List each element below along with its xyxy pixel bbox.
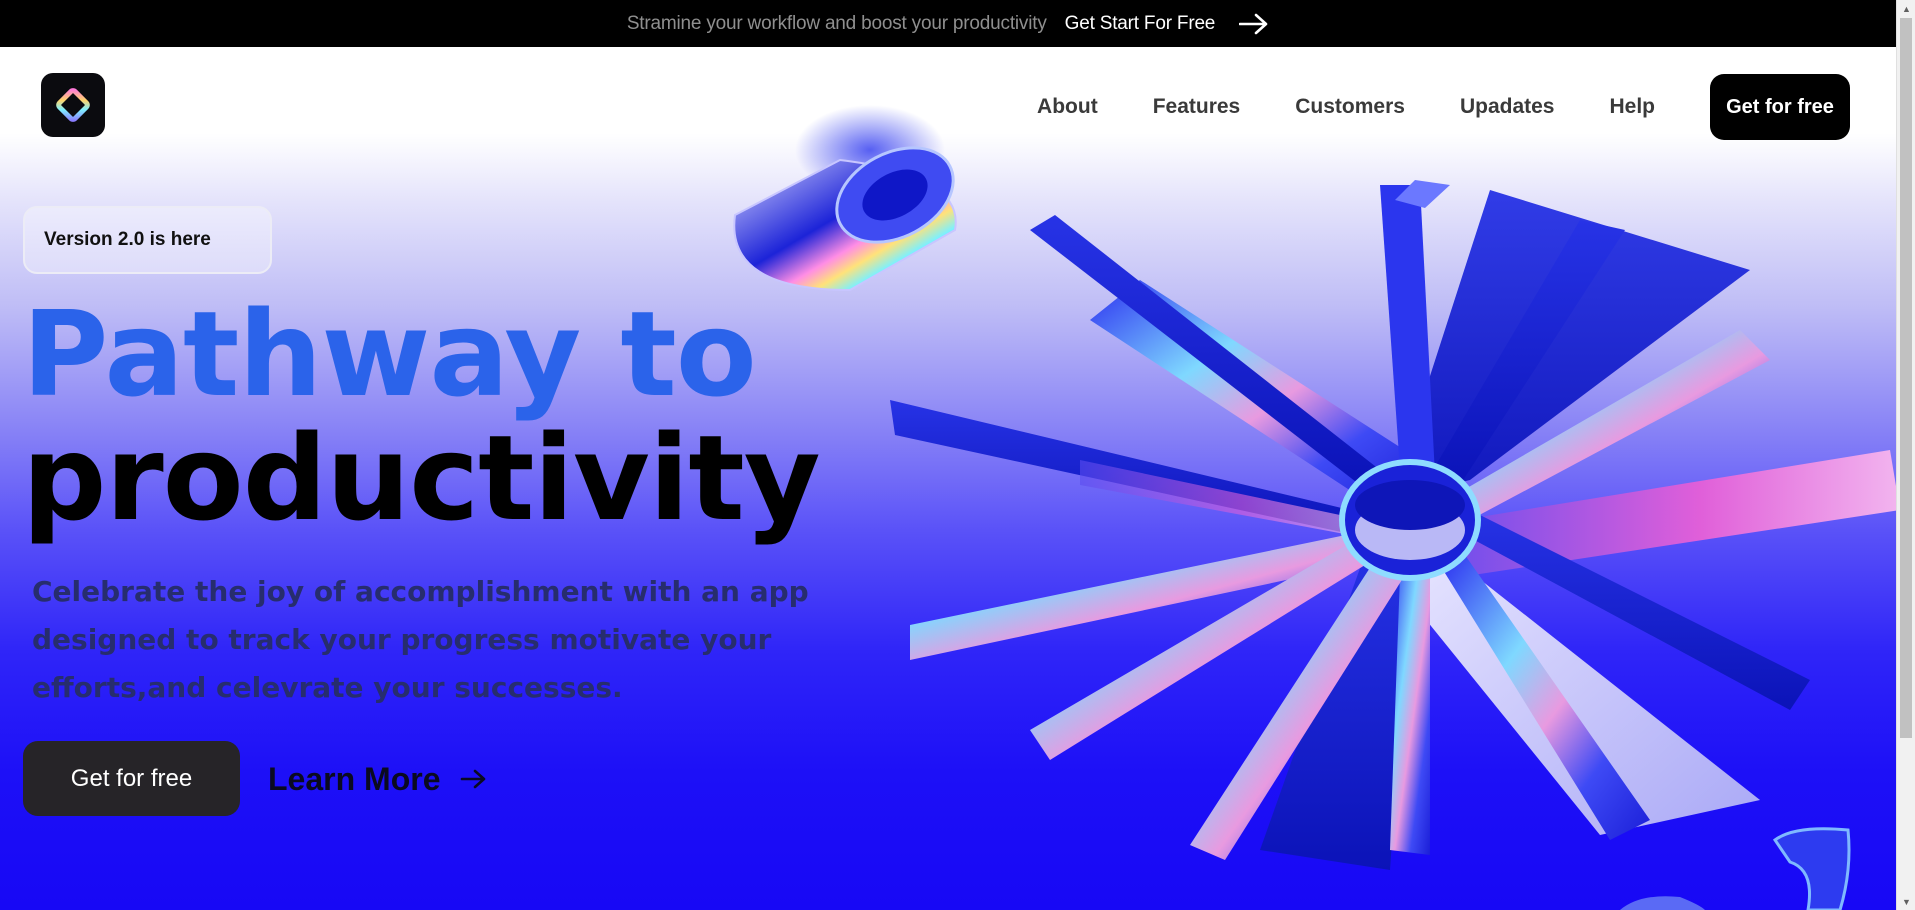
app-logo[interactable] — [41, 73, 105, 137]
scroll-down-arrow-icon[interactable]: ▼ — [1897, 893, 1915, 910]
get-started-label: Get Start For Free — [1064, 12, 1216, 34]
hero-get-for-free-button[interactable]: Get for free — [23, 741, 240, 816]
diamond-logo-icon — [56, 88, 90, 122]
scrollbar-thumb[interactable] — [1900, 18, 1912, 738]
nav-link-customers[interactable]: Customers — [1295, 95, 1405, 119]
starburst-shape — [890, 180, 1896, 870]
nav-link-updates[interactable]: Upadates — [1460, 95, 1555, 119]
announcement-text: Stramine your workflow and boost your pr… — [626, 12, 1047, 34]
headline-line-2: productivity — [22, 409, 821, 547]
nav-get-for-free-button[interactable]: Get for free — [1710, 74, 1850, 140]
nav-link-about[interactable]: About — [1037, 95, 1098, 119]
hero-headline: Pathway to productivity — [22, 285, 821, 547]
scroll-up-arrow-icon[interactable]: ▲ — [1897, 0, 1915, 17]
arrow-right-icon — [461, 769, 486, 789]
arrow-right-icon — [1239, 13, 1268, 34]
hero-subtitle: Celebrate the joy of accomplishment with… — [32, 575, 809, 704]
headline-line-1: Pathway to — [22, 285, 757, 423]
get-started-link[interactable]: Get Start For Free — [1065, 13, 1270, 35]
learn-more-label: Learn More — [268, 760, 441, 797]
vertical-scrollbar[interactable]: ▲ ▼ — [1896, 0, 1915, 910]
learn-more-link[interactable]: Learn More — [268, 756, 488, 802]
announcement-bar: Stramine your workflow and boost your pr… — [0, 0, 1896, 47]
main-navigation: About Features Customers Upadates Help G… — [0, 47, 1896, 167]
nav-links: About Features Customers Upadates Help G… — [1037, 47, 1896, 167]
version-badge[interactable]: Version 2.0 is here — [23, 206, 272, 274]
nav-link-features[interactable]: Features — [1153, 95, 1241, 119]
nav-link-help[interactable]: Help — [1609, 95, 1655, 119]
